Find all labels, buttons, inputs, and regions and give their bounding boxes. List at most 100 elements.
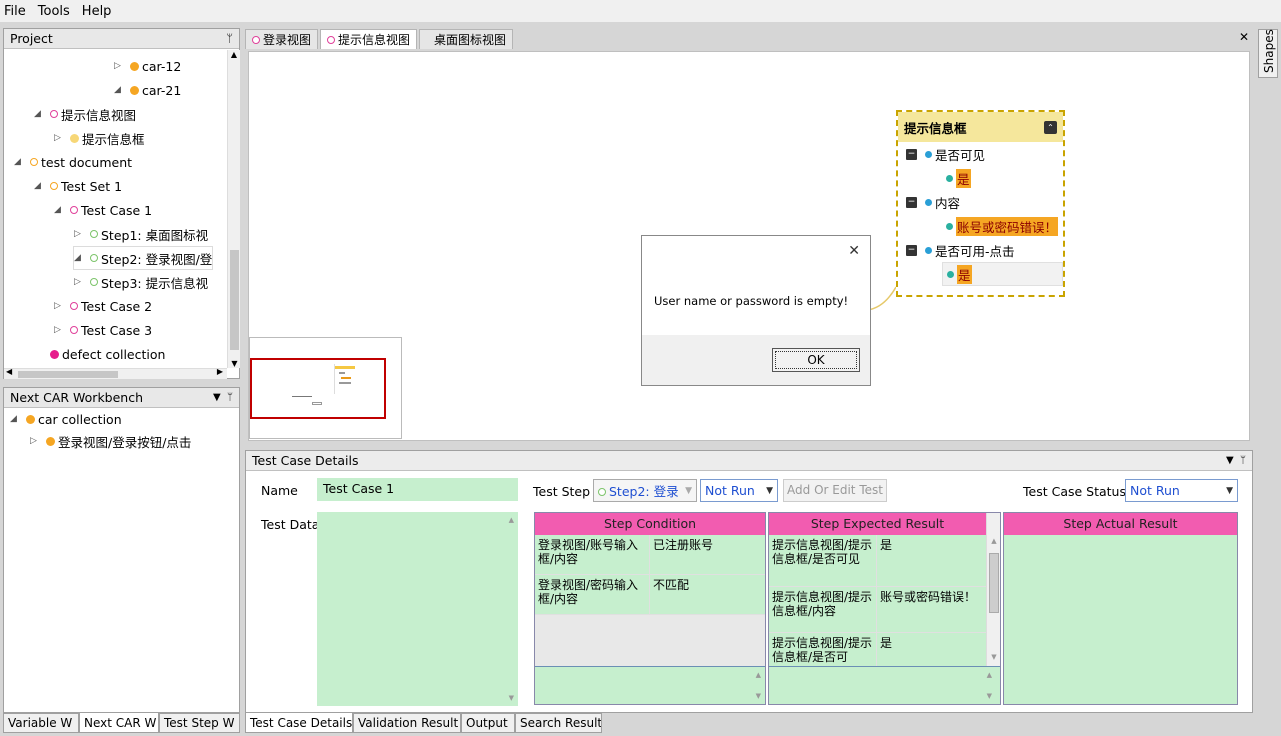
dropdown-arrow-icon[interactable]: ▼ <box>213 392 221 403</box>
menu-help[interactable]: Help <box>82 4 112 19</box>
info-box-value-text: 账号或密码错误！ <box>956 216 1059 236</box>
ok-button[interactable]: OK <box>772 348 860 372</box>
tab-test-step-window[interactable]: Test Step W <box>159 713 240 733</box>
circle-icon <box>50 182 58 190</box>
step-expected-input[interactable]: ▲ ▼ <box>769 666 1000 704</box>
minus-box-icon[interactable]: − <box>906 196 917 208</box>
run-status-select[interactable]: Not Run ▼ <box>700 479 778 502</box>
collapsed-arrow-icon[interactable]: ▷ <box>54 133 70 143</box>
project-tree-item[interactable]: ▷ car-12 <box>114 55 181 77</box>
expanded-arrow-icon[interactable]: ◢ <box>10 414 26 424</box>
scroll-up-arrow-icon[interactable]: ▲ <box>756 671 761 679</box>
scroll-down-arrow-icon[interactable]: ▼ <box>987 653 1001 661</box>
tab-login-view[interactable]: 登录视图 <box>245 29 319 49</box>
project-tree-item[interactable]: ◢ Step2: 登录视图/登 <box>72 246 214 270</box>
project-tree-item[interactable]: ▷ Test Case 3 <box>54 319 152 341</box>
scroll-up-arrow-icon[interactable]: ▲ <box>987 671 992 679</box>
project-tree-item[interactable]: ◢ test document <box>14 151 132 173</box>
tab-test-case-details[interactable]: Test Case Details <box>245 713 353 733</box>
info-box-property[interactable]: − 是否可用-点击 <box>898 238 1063 262</box>
info-box-widget[interactable]: 提示信息框 ⌃ − 是否可见是 − 内容 账号或密码错误！ − 是否可用-点击是 <box>896 110 1065 297</box>
info-box-value[interactable]: 账号或密码错误！ <box>898 214 1063 238</box>
minus-box-icon[interactable]: − <box>906 148 917 160</box>
table-row[interactable]: 提示信息视图/提示信息框/是否可见是 <box>769 535 986 587</box>
project-tree-item[interactable]: defect collection <box>34 343 165 365</box>
scroll-up-arrow-icon[interactable]: ▲ <box>987 537 1001 545</box>
info-box-value[interactable]: 是 <box>898 166 1063 190</box>
test-data-textarea[interactable]: ▲ ▼ <box>317 512 518 706</box>
project-tree-item[interactable]: ▷ Step3: 提示信息视 <box>74 271 208 293</box>
pin-icon[interactable]: ᛘ <box>226 32 233 45</box>
info-box-value[interactable]: 是 <box>942 262 1063 286</box>
minus-box-icon[interactable]: − <box>906 244 917 256</box>
pin-icon[interactable]: ᛘ <box>227 392 233 403</box>
tab-next-car-window[interactable]: Next CAR W <box>79 713 159 733</box>
workbench-tree-item[interactable]: ▷ 登录视图/登录按钮/点击 <box>30 430 191 452</box>
tab-search-result[interactable]: Search Result <box>515 713 602 733</box>
expanded-arrow-icon[interactable]: ◢ <box>34 181 50 191</box>
scroll-thumb[interactable] <box>230 250 239 350</box>
info-box-property[interactable]: − 内容 <box>898 190 1063 214</box>
collapsed-arrow-icon[interactable]: ▷ <box>54 301 70 311</box>
collapsed-arrow-icon[interactable]: ▷ <box>30 436 46 446</box>
expanded-arrow-icon[interactable]: ◢ <box>74 253 90 263</box>
table-row[interactable]: 提示信息视图/提示信息框/是否可是 <box>769 633 986 666</box>
test-step-select[interactable]: Step2: 登录 ▼ <box>593 479 697 502</box>
step-expected-vscrollbar[interactable]: ▲ ▼ <box>986 513 1000 666</box>
tab-validation-result[interactable]: Validation Result <box>353 713 461 733</box>
scroll-right-arrow-icon[interactable]: ▶ <box>217 367 223 376</box>
project-tree-item[interactable]: ◢ 提示信息视图 <box>34 103 136 125</box>
step-condition-input[interactable]: ▲ ▼ <box>535 666 765 704</box>
project-tree-vscrollbar[interactable]: ▲ ▼ <box>227 50 240 368</box>
close-tab-icon[interactable]: ✕ <box>1239 30 1249 44</box>
info-box-property[interactable]: − 是否可见 <box>898 142 1063 166</box>
step-actual-table[interactable]: Step Actual Result <box>1003 512 1238 705</box>
info-box-property-label: 是否可见 <box>935 147 986 163</box>
table-row[interactable]: 登录视图/账号输入框/内容 已注册账号 <box>535 535 765 575</box>
tab-info-view[interactable]: 提示信息视图 <box>320 29 418 49</box>
collapsed-arrow-icon[interactable]: ▷ <box>74 229 90 239</box>
collapsed-arrow-icon[interactable]: ▷ <box>74 277 90 287</box>
dialog-close-icon[interactable]: ✕ <box>848 243 860 259</box>
dropdown-arrow-icon[interactable]: ▼ <box>1226 455 1234 466</box>
expanded-arrow-icon[interactable]: ◢ <box>54 205 70 215</box>
scroll-down-arrow-icon[interactable]: ▼ <box>756 692 761 700</box>
tab-output[interactable]: Output <box>461 713 515 733</box>
pin-icon[interactable]: ᛘ <box>1240 455 1246 466</box>
scroll-up-arrow-icon[interactable]: ▲ <box>509 516 514 524</box>
tab-desktop-icon-view[interactable]: 桌面图标视图 <box>419 29 514 49</box>
canvas-area[interactable]: 提示信息框 ⌃ − 是否可见是 − 内容 账号或密码错误！ − 是否可用-点击是 ✕ Use… <box>248 51 1250 441</box>
project-tree-item[interactable]: ▷ Step1: 桌面图标视 <box>74 223 208 245</box>
expanded-arrow-icon[interactable]: ◢ <box>114 85 130 95</box>
add-or-edit-test-button[interactable]: Add Or Edit Test <box>783 479 887 502</box>
step-expected-header: Step Expected Result <box>769 513 986 535</box>
project-tree-item[interactable]: ▷ 提示信息框 <box>54 127 145 149</box>
menu-tools[interactable]: Tools <box>38 4 70 19</box>
shapes-side-tab[interactable]: Shapes <box>1258 29 1278 78</box>
expanded-arrow-icon[interactable]: ◢ <box>14 157 30 167</box>
project-tree-item[interactable]: ◢ car-21 <box>114 79 181 101</box>
scroll-left-arrow-icon[interactable]: ◀ <box>6 367 12 376</box>
workbench-tree-item[interactable]: ◢ car collection <box>10 408 122 430</box>
collapsed-arrow-icon[interactable]: ▷ <box>54 325 70 335</box>
collapse-icon[interactable]: ⌃ <box>1044 120 1057 134</box>
table-row[interactable]: 登录视图/密码输入框/内容 不匹配 <box>535 575 765 615</box>
project-tree-hscrollbar[interactable]: ◀ ▶ <box>4 367 227 379</box>
scroll-up-arrow-icon[interactable]: ▲ <box>228 50 240 62</box>
name-input[interactable]: Test Case 1 <box>317 478 518 501</box>
scroll-down-arrow-icon[interactable]: ▼ <box>509 694 514 702</box>
project-tree-item[interactable]: ▷ Test Case 2 <box>54 295 152 317</box>
menu-file[interactable]: File <box>4 4 26 19</box>
test-case-status-select[interactable]: Not Run ▼ <box>1125 479 1238 502</box>
project-tree-item[interactable]: ◢ Test Set 1 <box>34 175 122 197</box>
expanded-arrow-icon[interactable]: ◢ <box>34 109 50 119</box>
scroll-thumb[interactable] <box>989 553 999 613</box>
scroll-down-arrow-icon[interactable]: ▼ <box>987 692 992 700</box>
scroll-down-arrow-icon[interactable]: ▼ <box>228 359 241 368</box>
table-row[interactable]: 提示信息视图/提示信息框/内容 账号或密码错误！ <box>769 587 986 633</box>
tab-variable-window[interactable]: Variable W <box>3 713 79 733</box>
minimap[interactable] <box>249 337 402 439</box>
project-tree-item[interactable]: ◢ Test Case 1 <box>54 199 152 221</box>
collapsed-arrow-icon[interactable]: ▷ <box>114 61 130 71</box>
hscroll-thumb[interactable] <box>18 371 118 378</box>
